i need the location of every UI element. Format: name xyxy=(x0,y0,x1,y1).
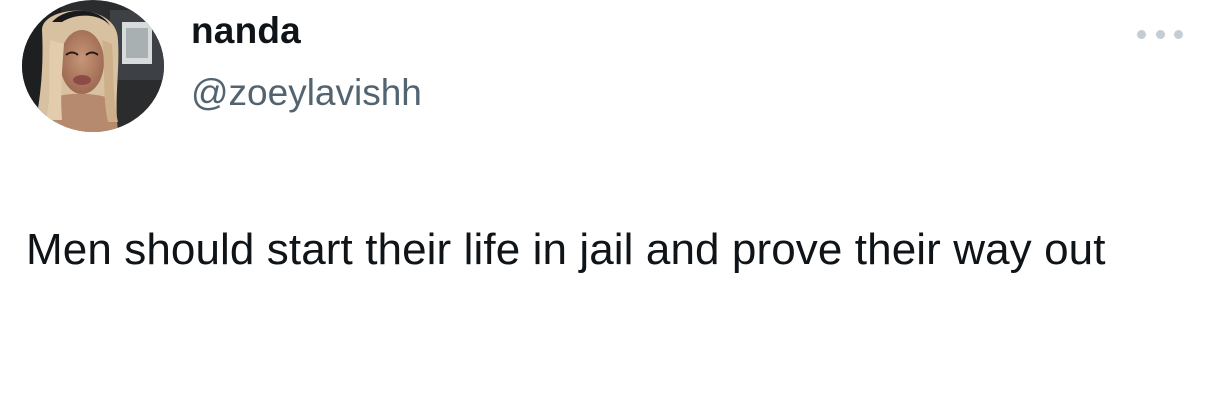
more-dot-icon xyxy=(1155,29,1165,39)
profile-photo-icon xyxy=(22,0,164,132)
more-options-button[interactable] xyxy=(1133,22,1187,46)
more-dot-icon xyxy=(1174,29,1183,39)
author-display-name[interactable]: nanda xyxy=(191,8,301,54)
more-dot-icon xyxy=(1137,29,1146,39)
author-handle[interactable]: @zoeylavishh xyxy=(191,70,422,116)
author-avatar[interactable] xyxy=(22,0,164,132)
tweet-text: Men should start their life in jail and … xyxy=(26,225,1106,274)
tweet-card: nanda @zoeylavishh Men should start thei… xyxy=(0,0,1228,409)
